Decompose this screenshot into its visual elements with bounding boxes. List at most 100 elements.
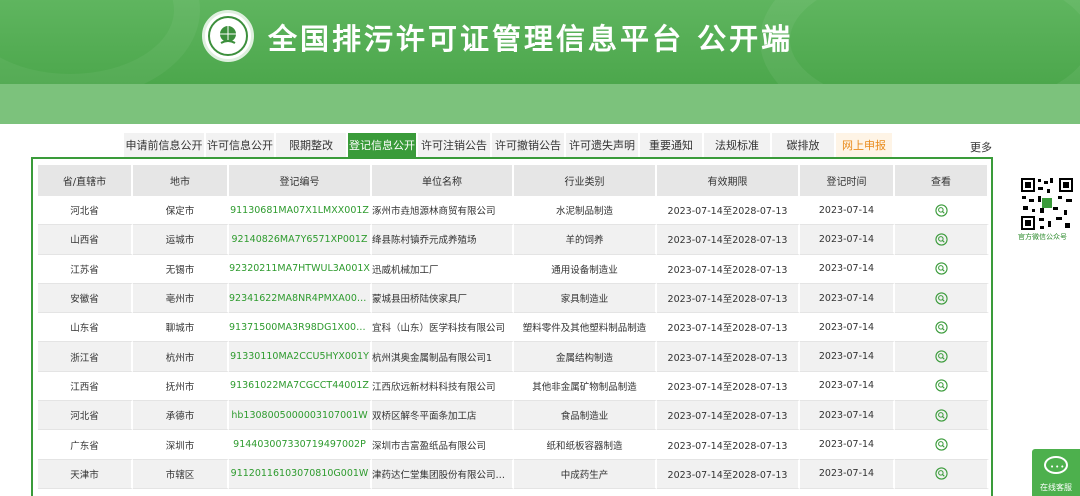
view-cell [895, 401, 989, 431]
tab-pre-application[interactable]: 申请前信息公开 [124, 133, 204, 158]
table-row: 河北省 保定市 91130681MA07X1LMXX001Z 涿州市垚旭源林商贸有限公… [38, 196, 989, 226]
registration-code-cell[interactable]: 91330110MA2CCU5HYX001Y [229, 342, 372, 372]
table-body: 河北省 保定市 91130681MA07X1LMXX001Z 涿州市垚旭源林商贸有限公… [38, 196, 989, 489]
view-cell [895, 430, 989, 460]
province-cell: 安徽省 [38, 283, 133, 314]
validity-cell: 2023-07-14至2028-07-13 [657, 459, 800, 489]
industry-cell: 纸和纸板容器制造 [514, 430, 657, 460]
view-cell [895, 371, 989, 402]
search-magnifier-icon[interactable] [934, 204, 948, 217]
unit-name-cell: 江西欣远新材料科技有限公司 [372, 371, 514, 402]
registration-date-cell: 2023-07-14 [800, 401, 895, 431]
registration-code-cell[interactable]: 92320211MA7HTWUL3A001X [229, 254, 372, 284]
province-cell: 广东省 [38, 430, 133, 460]
view-cell [895, 313, 989, 343]
page-title: 全国排污许可证管理信息平台 公开端 [268, 22, 794, 56]
search-magnifier-icon[interactable] [934, 262, 948, 275]
unit-name-cell: 蒙城县田桥陆侠家具厂 [372, 283, 514, 314]
view-cell [895, 283, 989, 314]
province-cell: 河北省 [38, 196, 133, 226]
registration-code-cell[interactable]: 91361022MA7CGCCT44001Z [229, 371, 372, 402]
tab-license-cancellation[interactable]: 许可注销公告 [418, 133, 490, 158]
registration-date-cell: 2023-07-14 [800, 459, 895, 489]
province-cell: 山西省 [38, 225, 133, 255]
city-cell: 无锡市 [133, 254, 229, 284]
unit-name-cell: 杭州淇奥金属制品有限公司1 [372, 342, 514, 372]
validity-cell: 2023-07-14至2028-07-13 [657, 254, 800, 284]
online-service-label: 在线客服 [1040, 483, 1072, 492]
tab-notices[interactable]: 重要通知 [640, 133, 702, 158]
chat-dots: ••• [1050, 463, 1066, 471]
registration-date-cell: 2023-07-14 [800, 225, 895, 255]
registration-code-cell[interactable]: 914403007330719497002P [229, 430, 372, 460]
city-cell: 承德市 [133, 401, 229, 431]
view-cell [895, 459, 989, 489]
validity-cell: 2023-07-14至2028-07-13 [657, 313, 800, 343]
column-header: 查看 [895, 165, 989, 196]
search-magnifier-icon[interactable] [934, 467, 948, 480]
industry-cell: 水泥制品制造 [514, 196, 657, 226]
tab-carbon[interactable]: 碳排放 [772, 133, 834, 158]
table-row: 安徽省 亳州市 92341622MA8NR4PMXA001W 蒙城县田桥陆侠家具厂 家具… [38, 283, 989, 314]
search-magnifier-icon[interactable] [934, 350, 948, 363]
tab-license-revocation[interactable]: 许可撤销公告 [492, 133, 564, 158]
table-row: 浙江省 杭州市 91330110MA2CCU5HYX001Y 杭州淇奥金属制品有限公司… [38, 342, 989, 372]
tab-license-loss[interactable]: 许可遗失声明 [566, 133, 638, 158]
registration-code-cell[interactable]: hb130800500000310700​1W [229, 401, 372, 431]
registration-code-cell[interactable]: 91130681MA07X1LMXX001Z [229, 196, 372, 226]
city-cell: 运城市 [133, 225, 229, 255]
table-row: 山东省 聊城市 91371500MA3R98DG1X001W 宜科（山东）医学科技有限… [38, 313, 989, 343]
column-header: 有效期限 [657, 165, 800, 196]
tab-rectification[interactable]: 限期整改 [276, 133, 346, 158]
search-magnifier-icon[interactable] [934, 291, 948, 305]
table-header: 省/直辖市 地市 登记编号 单位名称 行业类别 有效期限 登记时间 查看 [38, 165, 989, 196]
column-header: 登记编号 [229, 165, 372, 196]
earth-logo-icon [220, 26, 236, 44]
registration-panel: 省/直辖市 地市 登记编号 单位名称 行业类别 有效期限 登记时间 查看 河北省 保定市 9113… [31, 157, 993, 496]
tab-license-info[interactable]: 许可信息公开 [206, 133, 274, 158]
industry-cell: 通用设备制造业 [514, 254, 657, 284]
unit-name-cell: 双桥区解冬平面条加工店 [372, 401, 514, 431]
qr-code [1020, 177, 1074, 231]
industry-cell: 金属结构制造 [514, 342, 657, 372]
table-row: 天津市 市辖区 91120116103070810G001W 津药达仁堂集团股份有限公… [38, 459, 989, 489]
search-magnifier-icon[interactable] [934, 409, 948, 422]
city-cell: 市辖区 [133, 459, 229, 489]
city-cell: 深圳市 [133, 430, 229, 460]
search-magnifier-icon[interactable] [934, 321, 948, 334]
banner-decoration [0, 0, 200, 84]
registration-date-cell: 2023-07-14 [800, 313, 895, 343]
search-magnifier-icon[interactable] [934, 379, 948, 393]
more-link[interactable]: 更多 [970, 139, 992, 155]
tab-regulations[interactable]: 法规标准 [704, 133, 770, 158]
registration-code-cell[interactable]: 91371500MA3R98DG1X001W [229, 313, 372, 343]
site-header: 全国排污许可证管理信息平台 公开端 [0, 0, 1080, 124]
province-cell: 天津市 [38, 459, 133, 489]
registration-code-cell[interactable]: 92140826MA7Y6571XP001Z [229, 225, 372, 255]
column-header: 单位名称 [372, 165, 514, 196]
validity-cell: 2023-07-14至2028-07-13 [657, 371, 800, 402]
column-header: 行业类别 [514, 165, 657, 196]
city-cell: 保定市 [133, 196, 229, 226]
view-cell [895, 342, 989, 372]
qr-label: 官方微信公众号 [1018, 233, 1067, 241]
city-cell: 聊城市 [133, 313, 229, 343]
registration-date-cell: 2023-07-14 [800, 342, 895, 372]
header-subbar [0, 84, 1080, 124]
search-magnifier-icon[interactable] [934, 233, 948, 246]
validity-cell: 2023-07-14至2028-07-13 [657, 342, 800, 372]
industry-cell: 其他非金属矿物制品制造 [514, 371, 657, 402]
tab-registration-info[interactable]: 登记信息公开 [348, 133, 416, 158]
registration-code-cell[interactable]: 91120116103070810G001W [229, 459, 372, 489]
column-header: 省/直辖市 [38, 165, 133, 196]
registration-table: 省/直辖市 地市 登记编号 单位名称 行业类别 有效期限 登记时间 查看 河北省 保定市 9113… [38, 165, 989, 489]
validity-cell: 2023-07-14至2028-07-13 [657, 283, 800, 314]
column-header: 地市 [133, 165, 229, 196]
online-service-button[interactable]: ••• 在线客服 [1032, 449, 1080, 496]
registration-date-cell: 2023-07-14 [800, 430, 895, 460]
tab-online-report[interactable]: 网上申报 [836, 133, 892, 158]
table-row: 广东省 深圳市 914403007330719497002P 深圳市吉富盈纸品有限公司… [38, 430, 989, 460]
registration-code-cell[interactable]: 92341622MA8NR4PMXA001W [229, 283, 372, 314]
search-magnifier-icon[interactable] [934, 438, 948, 451]
validity-cell: 2023-07-14至2028-07-13 [657, 401, 800, 431]
